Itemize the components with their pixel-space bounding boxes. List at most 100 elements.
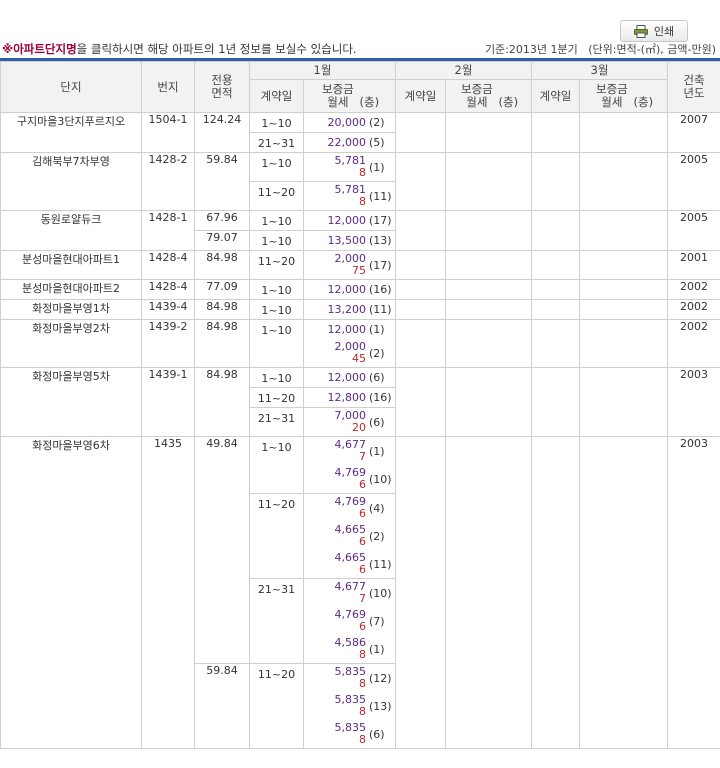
- feb-deposit-cell: [445, 436, 532, 749]
- contract-days: 1~10: [249, 279, 304, 300]
- floor-number: (5): [369, 136, 385, 149]
- area-value: 84.98: [194, 299, 250, 320]
- floor-number: (1): [369, 642, 385, 656]
- entry-values: 5,781 8: [335, 155, 367, 179]
- contract-days: 11~20: [249, 493, 304, 579]
- contract-days: 1~10: [249, 230, 304, 251]
- floor-number: (10): [369, 472, 392, 486]
- deposit-cell: 12,000 (17): [303, 210, 396, 231]
- transaction-entry: 20,000 (2): [304, 113, 395, 132]
- transaction-entry: 12,000 (16): [304, 280, 395, 299]
- complex-name[interactable]: 김해북부7차부영: [0, 152, 142, 211]
- entry-values: 4,665 6: [335, 552, 367, 576]
- feb-contract-days: [395, 279, 446, 300]
- print-button[interactable]: 인쇄: [620, 20, 688, 42]
- complex-name[interactable]: 구지마을3단지푸르지오: [0, 112, 142, 153]
- complex-name[interactable]: 화정마을부영1차: [0, 299, 142, 320]
- complex-name[interactable]: 동원로얄듀크: [0, 210, 142, 251]
- table-row: 분성마을현대아파트2 1428-4 77.09 1~10 12,000 (16) 2002: [0, 279, 720, 300]
- header-month-2: 2월: [395, 61, 532, 80]
- notice-mark: ※: [2, 42, 14, 56]
- deposit-amount: 20,000: [327, 115, 367, 129]
- floor-number: (16): [369, 283, 392, 296]
- entry-values: 4,665 6: [335, 524, 367, 548]
- header-floor-1: (층): [359, 95, 380, 109]
- deposit-cell: 5,835 8 (12) 5,835 8 (13) 5,835 8 (6): [303, 663, 396, 749]
- mar-contract-days: [531, 319, 580, 368]
- mar-contract-days: [531, 436, 580, 749]
- floor-number: (17): [369, 258, 392, 272]
- transaction-entry: 5,835 8 (13): [304, 692, 395, 720]
- lot-number: 1428-2: [141, 152, 195, 211]
- complex-name[interactable]: 분성마을현대아파트1: [0, 250, 142, 280]
- header-month-1: 1월: [249, 61, 396, 80]
- entry-values: 2,000 45: [335, 341, 367, 365]
- floor-number: (12): [369, 671, 392, 685]
- complex-name[interactable]: 분성마을현대아파트2: [0, 279, 142, 300]
- built-year: 2007: [667, 112, 720, 153]
- header-built: 건축년도: [667, 61, 720, 113]
- floor-number: (13): [369, 234, 392, 247]
- notice-text: 을 클릭하시면 해당 아파트의 1년 정보를 보실수 있습니다.: [76, 42, 357, 56]
- floor-number: (17): [369, 214, 392, 227]
- feb-contract-days: [395, 367, 446, 437]
- mar-deposit-cell: [579, 210, 668, 251]
- monthly-rent: 7: [359, 450, 366, 463]
- mar-contract-days: [531, 299, 580, 320]
- floor-number: (6): [369, 727, 385, 741]
- lot-number: 1439-1: [141, 367, 195, 437]
- area-value: 67.96: [194, 210, 250, 231]
- contract-days: 11~20: [249, 250, 304, 280]
- monthly-rent: 6: [359, 507, 366, 520]
- floor-number: (2): [369, 529, 385, 543]
- entry-values: 4,769 6: [335, 467, 367, 491]
- transaction-entry: 4,586 8 (1): [304, 635, 395, 663]
- mar-deposit-cell: [579, 436, 668, 749]
- header-complex: 단지: [0, 61, 142, 113]
- built-year: 2002: [667, 319, 720, 368]
- complex-name[interactable]: 화정마을부영2차: [0, 319, 142, 368]
- contract-days: 1~10: [249, 210, 304, 231]
- contract-days: 1~10: [249, 152, 304, 182]
- table-row: 화정마을부영6차 1435 49.84 1~10 4,677 7 (1) 4,769 6 (10)…: [0, 436, 720, 749]
- lot-number: 1439-2: [141, 319, 195, 368]
- transaction-entry: 12,000 (6): [304, 368, 395, 387]
- mar-deposit-cell: [579, 319, 668, 368]
- deposit-cell: 20,000 (2): [303, 112, 396, 133]
- complex-name[interactable]: 화정마을부영5차: [0, 367, 142, 437]
- deposit-cell: 5,781 8 (1): [303, 152, 396, 182]
- feb-deposit-cell: [445, 367, 532, 437]
- transaction-entry: 12,000 (17): [304, 211, 395, 230]
- entry-values: 4,677 7: [335, 581, 367, 605]
- deposit-amount: 12,000: [327, 282, 367, 296]
- lot-number: 1428-1: [141, 210, 195, 251]
- feb-deposit-cell: [445, 319, 532, 368]
- floor-number: (16): [369, 391, 392, 404]
- contract-days: 21~31: [249, 132, 304, 153]
- deposit-cell: 4,677 7 (1) 4,769 6 (10): [303, 436, 396, 494]
- contract-days: 1~10: [249, 436, 304, 494]
- header-deposit-3: 보증금월세 (층): [579, 79, 668, 113]
- header-deposit-rent-1: 보증금월세: [322, 82, 354, 109]
- table-row: 화정마을부영1차 1439-4 84.98 1~10 13,200 (11) 2002: [0, 299, 720, 320]
- monthly-rent: 20: [352, 421, 366, 434]
- deposit-cell: 7,000 20 (6): [303, 407, 396, 437]
- feb-contract-days: [395, 152, 446, 211]
- entry-values: 12,000: [327, 282, 367, 296]
- deposit-cell: 4,769 6 (4) 4,665 6 (2) 4,665 6 (11): [303, 493, 396, 579]
- floor-number: (6): [369, 371, 385, 384]
- entry-values: 12,000: [328, 323, 367, 336]
- floor-number: (2): [369, 116, 385, 129]
- notice-message: ※아파트단지명을 클릭하시면 해당 아파트의 1년 정보를 보실수 있습니다.: [2, 41, 357, 57]
- table-body: 구지마을3단지푸르지오 1504-1 124.24 1~10 20,000 (2) 2007…: [0, 112, 720, 749]
- feb-deposit-cell: [445, 299, 532, 320]
- entry-values: 2,000 75: [335, 253, 367, 277]
- deposit-cell: 4,677 7 (10) 4,769 6 (7) 4,586 8 (1): [303, 578, 396, 664]
- contract-days: 1~10: [249, 367, 304, 388]
- deposit-amount: 22,000: [327, 135, 367, 149]
- complex-name[interactable]: 화정마을부영6차: [0, 436, 142, 749]
- entry-values: 13,500: [328, 234, 367, 247]
- table-row: 구지마을3단지푸르지오 1504-1 124.24 1~10 20,000 (2) 2007: [0, 112, 720, 153]
- monthly-rent: 8: [359, 705, 366, 718]
- transaction-entry: 13,200 (11): [304, 300, 395, 319]
